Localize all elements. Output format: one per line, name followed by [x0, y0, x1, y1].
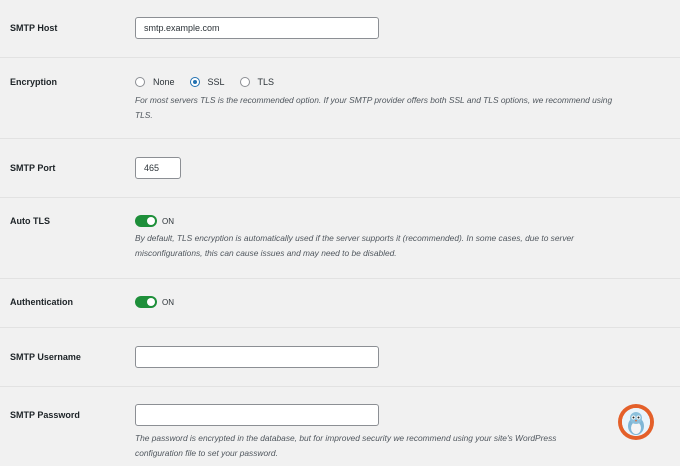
radio-tls[interactable] [239, 77, 250, 87]
auto-tls-description: By default, TLS encryption is automatica… [135, 233, 574, 258]
radio-option-none[interactable]: None [135, 77, 175, 87]
smtp-password-input[interactable] [135, 404, 379, 426]
smtp-host-row: SMTP Host smtp.example.com [0, 0, 680, 58]
encryption-label: Encryption [10, 77, 58, 87]
smtp-username-input[interactable] [135, 346, 379, 368]
help-button[interactable] [618, 404, 654, 440]
smtp-username-label: SMTP Username [10, 352, 81, 362]
radio-option-tls[interactable]: TLS [239, 77, 275, 87]
authentication-toggle[interactable] [135, 296, 157, 308]
smtp-password-description: The password is encrypted in the databas… [135, 433, 557, 458]
radio-option-ssl[interactable]: SSL [189, 77, 225, 87]
radio-none[interactable] [135, 77, 145, 87]
authentication-row: Authentication ON [0, 278, 680, 328]
encryption-radio-group: None SSL TLS [135, 75, 625, 89]
encryption-description: For most servers TLS is the recommended … [135, 95, 613, 120]
smtp-username-row: SMTP Username [0, 327, 680, 387]
smtp-port-row: SMTP Port 465 [0, 138, 680, 198]
smtp-password-row: SMTP Password The password is encrypted … [0, 386, 680, 466]
auto-tls-label: Auto TLS [10, 216, 50, 226]
authentication-state: ON [162, 297, 174, 307]
smtp-port-input[interactable]: 465 [135, 157, 181, 179]
authentication-label: Authentication [10, 297, 73, 307]
auto-tls-state: ON [162, 216, 174, 226]
smtp-host-input[interactable]: smtp.example.com [135, 17, 379, 39]
radio-none-label: None [153, 77, 175, 87]
smtp-port-label: SMTP Port [10, 163, 56, 173]
radio-ssl[interactable] [189, 77, 200, 87]
smtp-password-label: SMTP Password [10, 410, 80, 420]
encryption-row: Encryption None SSL TLS For most servers… [0, 57, 680, 139]
smtp-host-label: SMTP Host [10, 23, 58, 33]
auto-tls-toggle[interactable] [135, 215, 157, 227]
radio-tls-label: TLS [257, 77, 275, 87]
auto-tls-row: Auto TLS ON By default, TLS encryption i… [0, 197, 680, 279]
mascot-bird-icon [622, 408, 650, 436]
radio-ssl-label: SSL [207, 77, 225, 87]
